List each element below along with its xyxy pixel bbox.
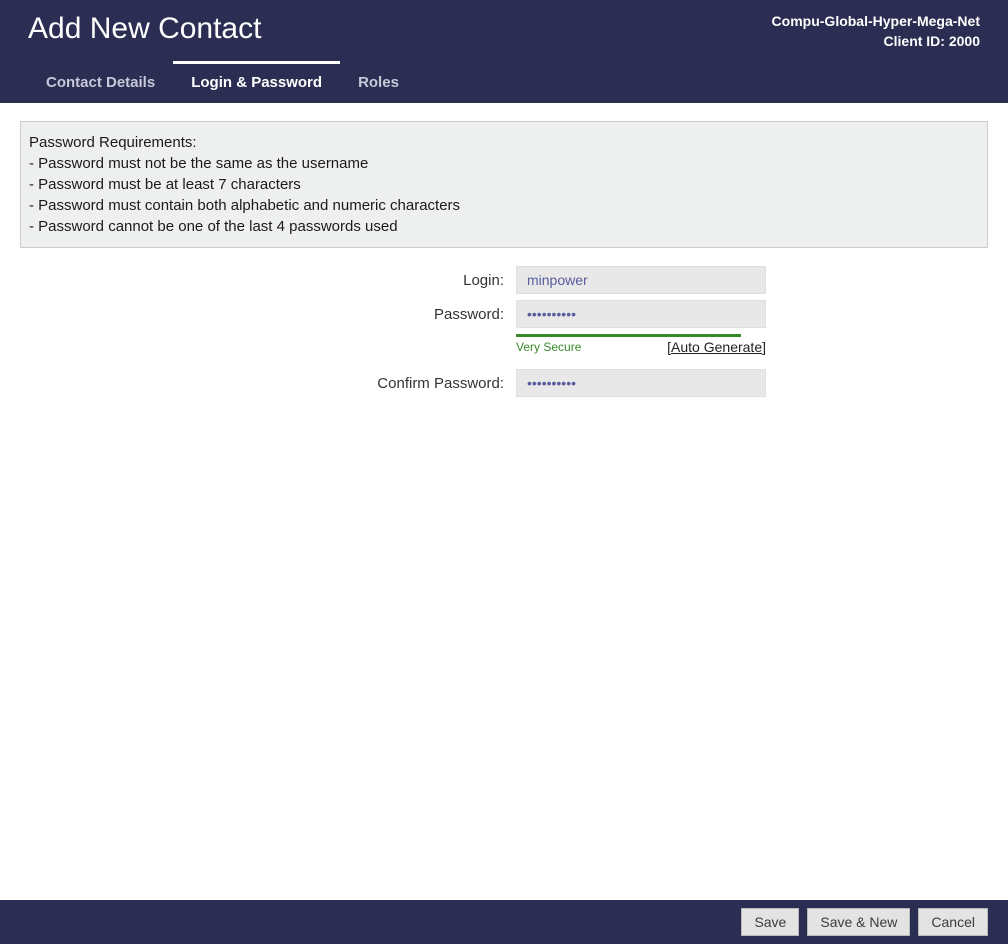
password-input[interactable] xyxy=(516,300,766,328)
requirement-item: - Password must be at least 7 characters xyxy=(29,174,979,195)
save-new-button[interactable]: Save & New xyxy=(807,908,910,936)
save-button[interactable]: Save xyxy=(741,908,799,936)
requirement-item: - Password must contain both alphabetic … xyxy=(29,195,979,216)
tab-login-password[interactable]: Login & Password xyxy=(173,61,340,103)
page-title: Add New Contact xyxy=(28,12,261,46)
tab-roles[interactable]: Roles xyxy=(340,61,417,103)
footer-actions: Save Save & New Cancel xyxy=(0,900,1008,944)
login-input[interactable] xyxy=(516,266,766,294)
password-strength-bar xyxy=(516,334,741,337)
cancel-button[interactable]: Cancel xyxy=(918,908,988,936)
password-requirements-box: Password Requirements: - Password must n… xyxy=(20,121,988,248)
requirement-item: - Password must not be the same as the u… xyxy=(29,153,979,174)
password-strength-label: Very Secure xyxy=(516,340,581,354)
tabs: Contact Details Login & Password Roles xyxy=(0,61,1008,103)
requirements-title: Password Requirements: xyxy=(29,132,979,153)
confirm-password-input[interactable] xyxy=(516,369,766,397)
client-name: Compu-Global-Hyper-Mega-Net xyxy=(772,12,980,32)
tab-contact-details[interactable]: Contact Details xyxy=(28,61,173,103)
password-label: Password: xyxy=(20,306,504,323)
auto-generate-wrapper: [Auto Generate] xyxy=(667,339,766,355)
requirement-item: - Password cannot be one of the last 4 p… xyxy=(29,216,979,237)
confirm-password-label: Confirm Password: xyxy=(20,375,504,392)
login-label: Login: xyxy=(20,272,504,289)
auto-generate-link[interactable]: Auto Generate xyxy=(671,339,762,355)
client-info: Compu-Global-Hyper-Mega-Net Client ID: 2… xyxy=(772,12,980,51)
client-id: Client ID: 2000 xyxy=(772,32,980,52)
